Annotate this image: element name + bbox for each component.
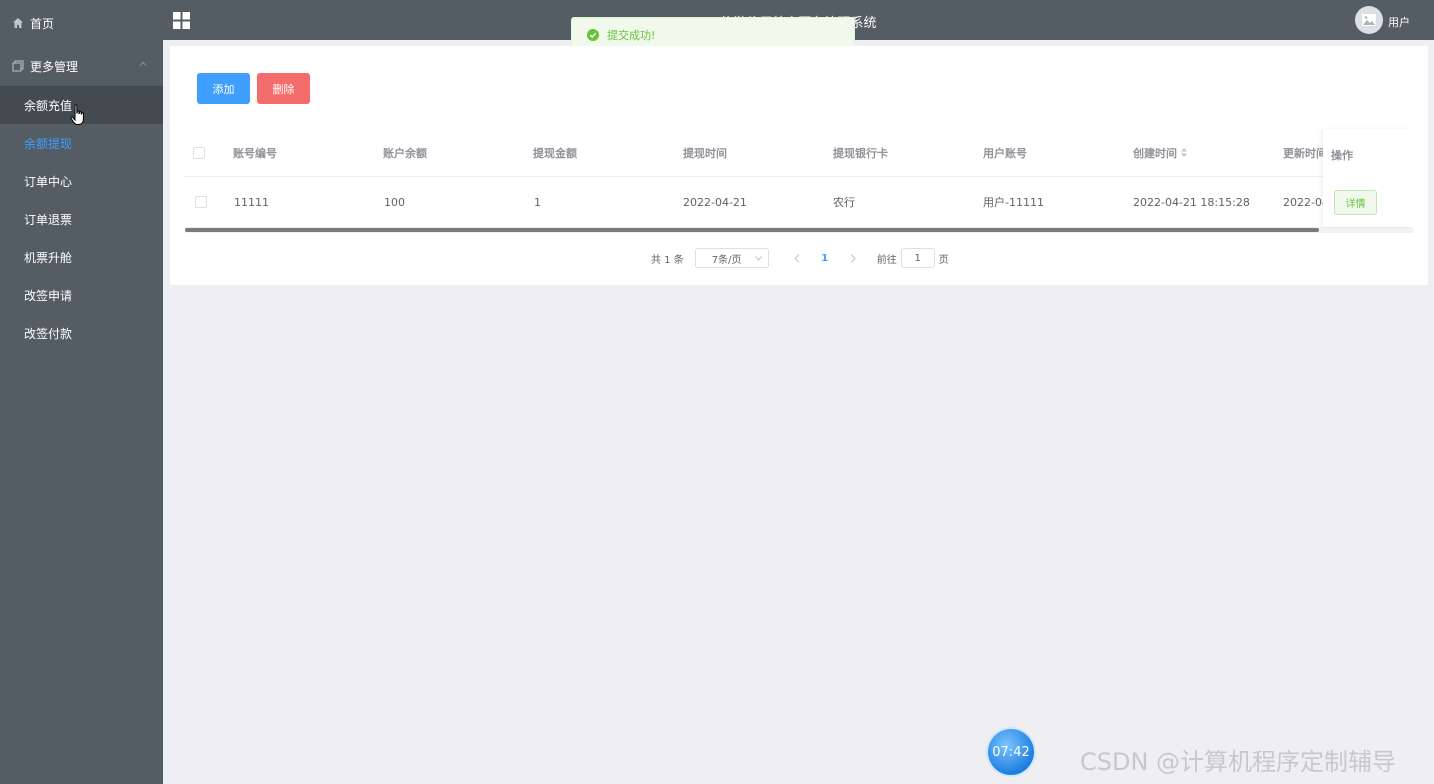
column-header: 提现银行卡 [833, 146, 888, 160]
row-select-cell [195, 177, 207, 227]
horizontal-scrollbar[interactable] [185, 228, 1413, 233]
cell-withdraw-time: 2022-04-21 [683, 195, 747, 209]
cell-created: 2022-04-21 18:15:28 [1133, 195, 1250, 209]
pagination: 共 1 条 7条/页 1 前往 1 页 [651, 247, 949, 269]
detail-button[interactable]: 详情 [1334, 190, 1377, 215]
sidebar-item-home[interactable]: 首页 [0, 0, 163, 46]
cell-bank-card: 农行 [833, 196, 855, 209]
user-name[interactable]: 用户 [1388, 14, 1410, 30]
sidebar-item-label: 余额充值 [24, 98, 73, 113]
image-icon [1362, 14, 1376, 26]
sort-icon[interactable] [1181, 148, 1187, 157]
select-all-cell [193, 129, 205, 176]
sidebar-item-change-request[interactable]: 改签申请 [0, 276, 163, 314]
chevron-right-icon [850, 253, 856, 263]
cell-user-account: 用户-11111 [983, 196, 1044, 209]
sidebar-item-label: 余额提现 [24, 136, 73, 151]
select-all-checkbox[interactable] [193, 146, 205, 159]
row-checkbox[interactable] [195, 196, 207, 208]
chevron-up-icon [139, 61, 147, 66]
add-button[interactable]: 添加 [197, 73, 250, 104]
chevron-down-icon [754, 256, 762, 261]
next-page-button[interactable] [841, 253, 865, 263]
cell-account-no: 11111 [234, 195, 269, 209]
page-size-select[interactable]: 7条/页 [694, 248, 769, 268]
sidebar-item-label: 订单退票 [24, 212, 73, 227]
column-header: 提现时间 [683, 146, 727, 160]
page-size-value: 7条/页 [711, 254, 742, 266]
main-panel: 添加 删除 账号编号 账户余额 提现金额 提现时间 提现银行卡 用户账号 创建时… [170, 46, 1428, 285]
sidebar-item-label: 机票升舱 [24, 250, 73, 265]
delete-button[interactable]: 删除 [257, 73, 310, 104]
column-header: 更新时间 [1283, 146, 1323, 160]
sidebar-item-withdraw[interactable]: 余额提现 [0, 124, 163, 162]
watermark: CSDN @计算机程序定制辅导 [1080, 748, 1397, 776]
check-circle-icon [587, 28, 599, 41]
scrollbar-thumb[interactable] [185, 228, 1319, 232]
column-header: 用户账号 [983, 146, 1027, 160]
sidebar-item-upgrade[interactable]: 机票升舱 [0, 238, 163, 276]
cell-amount: 1 [534, 195, 541, 209]
sidebar-group-more[interactable]: 更多管理 [0, 46, 163, 86]
column-header: 账户余额 [383, 146, 427, 160]
goto-label: 前往 [876, 254, 897, 266]
table-header: 账号编号 账户余额 提现金额 提现时间 提现银行卡 用户账号 创建时间 更新时间 [185, 129, 1413, 177]
clock-bubble[interactable]: 07:42 [988, 729, 1034, 775]
data-table: 账号编号 账户余额 提现金额 提现时间 提现银行卡 用户账号 创建时间 更新时间… [185, 129, 1413, 233]
copy-icon [12, 60, 24, 72]
sidebar-item-label: 首页 [30, 16, 55, 31]
sidebar-group-label: 更多管理 [30, 59, 79, 74]
column-header: 账号编号 [233, 146, 277, 160]
avatar[interactable] [1355, 6, 1383, 34]
sidebar-item-refund[interactable]: 订单退票 [0, 200, 163, 238]
table-row: 11111 100 1 2022-04-21 农行 用户-11111 2022-… [185, 177, 1413, 228]
cell-updated: 2022-04 [1283, 195, 1323, 209]
sidebar: 首页 更多管理 余额充值 余额提现 订单中心 订单退票 机票升舱 改签申请 改签… [0, 0, 163, 784]
column-header-created[interactable]: 创建时间 [1133, 129, 1187, 176]
total-count: 共 1 条 [651, 254, 684, 266]
goto-page-input[interactable]: 1 [900, 248, 935, 268]
column-header-label: 创建时间 [1133, 146, 1177, 160]
page-suffix: 页 [938, 254, 949, 266]
toast-message: 提交成功! [607, 28, 656, 42]
cell-balance: 100 [384, 195, 405, 209]
sidebar-item-label: 改签申请 [24, 288, 73, 303]
hand-cursor-icon [70, 104, 84, 125]
column-header-operation: 操作 [1331, 149, 1353, 162]
home-icon [13, 18, 23, 28]
sidebar-item-label: 改签付款 [24, 326, 73, 341]
sidebar-item-orders[interactable]: 订单中心 [0, 162, 163, 200]
sidebar-item-change-payment[interactable]: 改签付款 [0, 314, 163, 352]
chevron-left-icon [794, 253, 800, 263]
sidebar-item-label: 订单中心 [24, 174, 73, 189]
column-header: 提现金额 [533, 146, 577, 160]
operation-column: 操作 详情 [1323, 129, 1413, 227]
page-number-current[interactable]: 1 [809, 253, 841, 264]
prev-page-button[interactable] [785, 253, 809, 263]
